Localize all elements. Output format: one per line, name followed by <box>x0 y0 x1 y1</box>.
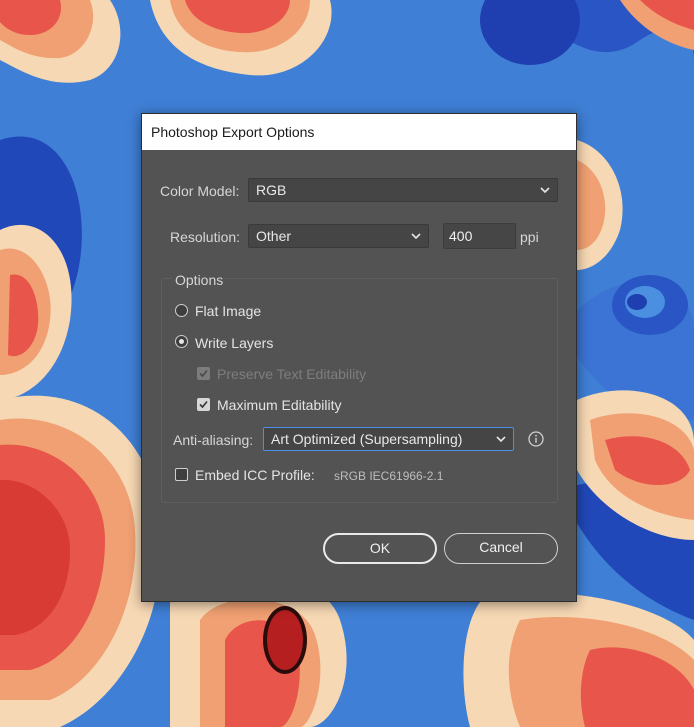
embed-icc-checkbox[interactable] <box>175 468 188 481</box>
color-model-label: Color Model: <box>160 183 240 199</box>
dialog-title: Photoshop Export Options <box>151 124 315 140</box>
color-model-select[interactable]: RGB <box>248 178 558 202</box>
chevron-down-icon <box>411 233 421 240</box>
maximum-editability-label[interactable]: Maximum Editability <box>217 397 341 413</box>
flat-image-radio[interactable] <box>175 304 188 317</box>
resolution-label: Resolution: <box>170 229 241 245</box>
chevron-down-icon <box>496 436 506 443</box>
anti-aliasing-label: Anti-aliasing: <box>173 432 254 448</box>
ppi-value: 400 <box>449 228 473 244</box>
flat-image-label[interactable]: Flat Image <box>195 303 261 319</box>
dialog-titlebar: Photoshop Export Options <box>142 114 576 150</box>
embed-icc-label[interactable]: Embed ICC Profile: <box>195 467 315 483</box>
options-group-label: Options <box>173 272 226 288</box>
maximum-editability-checkbox[interactable] <box>197 398 210 411</box>
anti-aliasing-select[interactable]: Art Optimized (Supersampling) <box>263 427 514 451</box>
write-layers-label[interactable]: Write Layers <box>195 335 273 351</box>
ppi-unit-label: ppi <box>520 229 539 245</box>
preserve-text-label: Preserve Text Editability <box>217 366 367 382</box>
info-icon[interactable] <box>528 431 544 447</box>
checkmark-icon <box>199 400 208 409</box>
ok-button[interactable]: OK <box>323 533 437 564</box>
cancel-button[interactable]: Cancel <box>444 533 558 564</box>
photoshop-export-options-dialog: Photoshop Export Options Color Model: RG… <box>141 113 577 602</box>
color-model-value: RGB <box>256 182 287 198</box>
resolution-select[interactable]: Other <box>248 224 429 248</box>
preserve-text-checkbox <box>197 367 210 380</box>
chevron-down-icon <box>540 187 550 194</box>
checkmark-icon <box>199 369 208 378</box>
ppi-input[interactable]: 400 <box>443 223 516 249</box>
write-layers-radio[interactable] <box>175 335 188 348</box>
icc-profile-name: sRGB IEC61966-2.1 <box>334 469 444 483</box>
anti-aliasing-value: Art Optimized (Supersampling) <box>271 431 463 447</box>
resolution-value: Other <box>256 228 292 244</box>
